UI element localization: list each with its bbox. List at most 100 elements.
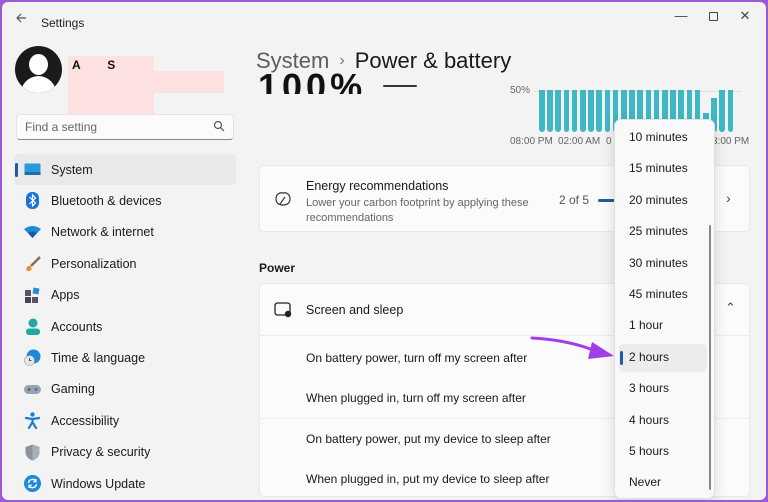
app-title: Settings (41, 16, 85, 30)
chart-bar[interactable] (719, 90, 725, 132)
dropdown-option[interactable]: Never (619, 469, 707, 497)
timeout-dropdown-menu: 10 minutes 15 minutes 20 minutes 25 minutes… (614, 119, 715, 499)
leaf-icon (275, 192, 291, 206)
shield-icon (24, 444, 41, 461)
maximize-icon (708, 12, 718, 22)
chart-bar[interactable] (727, 90, 734, 132)
search-icon[interactable] (213, 120, 225, 132)
chart-x-label: 02:00 AM (558, 136, 601, 147)
chart-bar[interactable] (588, 90, 594, 132)
setting-row-battery-screen: On battery power, turn off my screen aft… (306, 351, 528, 365)
bluetooth-icon (24, 192, 41, 210)
sidebar-item-system[interactable]: System (14, 154, 236, 186)
accounts-icon (24, 318, 41, 335)
screen-sleep-icon (274, 302, 292, 318)
maximize-button[interactable] (698, 6, 728, 26)
page-title: Power & battery (354, 48, 512, 73)
sidebar-item-label: Privacy & security (51, 445, 151, 460)
dropdown-scrollbar[interactable] (709, 225, 711, 490)
chevron-up-icon[interactable]: ⌃ (725, 300, 736, 316)
chart-x-label: 3:00 PM (712, 136, 750, 147)
chevron-right-icon[interactable]: › (726, 190, 731, 206)
dropdown-option[interactable]: 1 hour (619, 312, 707, 340)
setting-row-plugged-sleep: When plugged in, put my device to sleep … (306, 472, 550, 486)
sidebar-item-label: Gaming (51, 382, 95, 397)
back-button[interactable] (12, 10, 30, 28)
sidebar-item-label: Network & internet (51, 225, 154, 240)
dropdown-option[interactable]: 4 hours (619, 407, 707, 435)
chart-bar[interactable] (539, 90, 545, 132)
sidebar-item-bluetooth[interactable]: Bluetooth & devices (14, 185, 236, 216)
dropdown-option[interactable]: 20 minutes (619, 187, 707, 215)
chart-bar[interactable] (555, 90, 561, 132)
dropdown-option[interactable]: 10 minutes (619, 124, 707, 152)
apps-icon (24, 287, 41, 304)
search-input[interactable] (17, 115, 197, 139)
back-arrow-icon (16, 13, 26, 23)
avatar-body (21, 76, 56, 93)
dropdown-option[interactable]: 2 hours (619, 343, 707, 372)
sidebar-item-accounts[interactable]: Accounts (14, 311, 236, 342)
battery-icon (383, 85, 417, 87)
chart-bar[interactable] (604, 90, 611, 132)
energy-description: Lower your carbon footprint by applying … (306, 197, 529, 224)
update-icon (24, 474, 41, 492)
dropdown-option-label: 10 minutes (629, 130, 688, 144)
active-indicator (15, 163, 18, 177)
dropdown-option-label: 4 hours (629, 412, 670, 427)
sidebar-item-time-language[interactable]: Time & language (14, 342, 236, 373)
sidebar-item-network[interactable]: Network & internet (14, 217, 236, 248)
title-bar: Settings — ✕ (2, 2, 766, 42)
minimize-icon: — (674, 8, 688, 23)
annotation-arrow-icon (530, 336, 614, 359)
sidebar-item-gaming[interactable]: Gaming (14, 374, 236, 405)
dropdown-option-label: 20 minutes (629, 192, 688, 207)
redaction-block (68, 71, 224, 93)
dropdown-option[interactable]: 45 minutes (619, 281, 707, 309)
dropdown-option[interactable]: 3 hours (619, 375, 707, 403)
chart-y-label: 50% (510, 85, 531, 96)
chart-bar[interactable] (563, 90, 570, 132)
close-icon: ✕ (739, 8, 751, 23)
dropdown-option[interactable]: 15 minutes (619, 155, 707, 183)
chart-bar[interactable] (596, 90, 602, 132)
chart-bar[interactable] (547, 90, 553, 132)
chart-x-label: 08:00 PM (510, 136, 553, 147)
selected-indicator (620, 350, 623, 365)
dropdown-option[interactable]: 25 minutes (619, 218, 707, 246)
section-heading-power: Power (259, 261, 296, 275)
energy-title: Energy recommendations (306, 179, 449, 193)
setting-row-battery-sleep: On battery power, put my device to sleep… (306, 432, 551, 446)
dropdown-option[interactable]: 30 minutes (619, 250, 707, 278)
accessibility-icon (24, 412, 41, 430)
dropdown-option-label: 25 minutes (629, 224, 688, 239)
sidebar-nav: System Bluetooth & devices Network & int… (14, 154, 236, 499)
sidebar-item-personalization[interactable]: Personalization (14, 248, 236, 279)
sidebar-item-privacy[interactable]: Privacy & security (14, 437, 236, 468)
dropdown-option-label: 15 minutes (629, 161, 688, 176)
gaming-icon (24, 381, 41, 398)
close-button[interactable]: ✕ (730, 6, 760, 26)
sidebar-item-label: Accessibility (51, 413, 120, 428)
dropdown-option-label: 1 hour (629, 318, 664, 333)
sidebar-item-accessibility[interactable]: Accessibility (14, 405, 236, 436)
search-box[interactable] (16, 114, 234, 140)
sidebar-item-windows-update[interactable]: Windows Update (14, 468, 236, 499)
user-name: A S (72, 58, 117, 72)
avatar[interactable] (15, 46, 62, 93)
minimize-button[interactable]: — (666, 6, 696, 26)
time-language-icon (24, 349, 41, 367)
sidebar-item-label: Bluetooth & devices (51, 194, 162, 209)
dropdown-option-label: 30 minutes (629, 255, 688, 270)
sidebar-item-label: Personalization (51, 256, 137, 271)
sidebar-item-apps[interactable]: Apps (14, 280, 236, 311)
dropdown-option-label: 5 hours (629, 444, 670, 458)
settings-window: Settings — ✕ A S System Bluetooth & devi… (2, 2, 766, 500)
dropdown-option[interactable]: 5 hours (619, 438, 707, 466)
dropdown-option-label: 3 hours (629, 381, 670, 396)
sidebar-item-label: Accounts (51, 319, 103, 334)
chart-bar[interactable] (571, 90, 578, 132)
wifi-icon (24, 224, 41, 241)
system-icon (24, 161, 41, 178)
chart-bar[interactable] (580, 90, 586, 132)
